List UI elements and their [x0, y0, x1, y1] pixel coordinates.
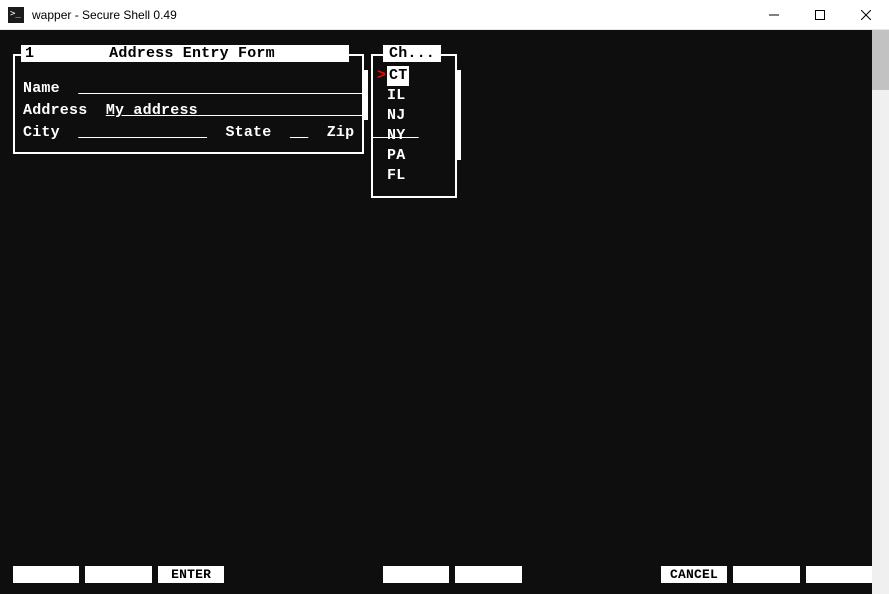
popup-scrollbar[interactable] — [455, 70, 461, 160]
state-label: State — [225, 124, 271, 141]
form-title: Address Entry Form — [39, 45, 345, 62]
fkey-4[interactable] — [383, 566, 449, 583]
popup-title: Ch... — [383, 45, 441, 62]
enter-button[interactable]: ENTER — [158, 566, 224, 583]
state-field[interactable] — [290, 124, 308, 141]
address-label: Address — [23, 102, 87, 119]
form-title-row: 1 Address Entry Form — [21, 45, 349, 62]
fkey-8[interactable] — [806, 566, 872, 583]
address-entry-form: 1 Address Entry Form Name Address My add… — [13, 54, 364, 154]
selection-marker-icon: > — [377, 66, 387, 86]
cancel-button[interactable]: CANCEL — [661, 566, 727, 583]
form-page-number: 1 — [25, 45, 39, 62]
city-label: City — [23, 124, 60, 141]
terminal-area: 1 Address Entry Form Name Address My add… — [0, 30, 889, 594]
fkey-1[interactable] — [13, 566, 79, 583]
list-item[interactable]: NY — [377, 126, 449, 146]
name-label: Name — [23, 80, 60, 97]
zip-label: Zip — [327, 124, 355, 141]
list-item[interactable]: NJ — [377, 106, 449, 126]
city-state-zip-row: City State Zip — [23, 122, 354, 144]
list-item[interactable]: IL — [377, 86, 449, 106]
state-chooser-popup: Ch... >CT IL NJ NY PA FL — [371, 54, 457, 198]
window-title: wapper - Secure Shell 0.49 — [32, 8, 177, 22]
maximize-button[interactable] — [797, 0, 843, 30]
function-key-bar: ENTER CANCEL — [13, 566, 872, 583]
fkey-2[interactable] — [85, 566, 151, 583]
address-field[interactable]: My address — [106, 102, 364, 119]
minimize-button[interactable] — [751, 0, 797, 30]
address-row: Address My address — [23, 100, 354, 122]
name-row: Name — [23, 78, 354, 100]
window-titlebar: wapper - Secure Shell 0.49 — [0, 0, 889, 30]
form-scrollbar[interactable] — [362, 70, 368, 120]
app-icon — [8, 7, 24, 23]
scrollbar-thumb[interactable] — [872, 30, 889, 90]
list-item[interactable]: PA — [377, 146, 449, 166]
list-item[interactable]: >CT — [377, 66, 449, 86]
close-button[interactable] — [843, 0, 889, 30]
name-field[interactable] — [78, 80, 363, 97]
city-field[interactable] — [78, 124, 207, 141]
popup-list: >CT IL NJ NY PA FL — [373, 56, 455, 196]
window-vertical-scrollbar[interactable] — [872, 30, 889, 594]
fkey-7[interactable] — [733, 566, 799, 583]
list-item[interactable]: FL — [377, 166, 449, 186]
fkey-5[interactable] — [455, 566, 521, 583]
